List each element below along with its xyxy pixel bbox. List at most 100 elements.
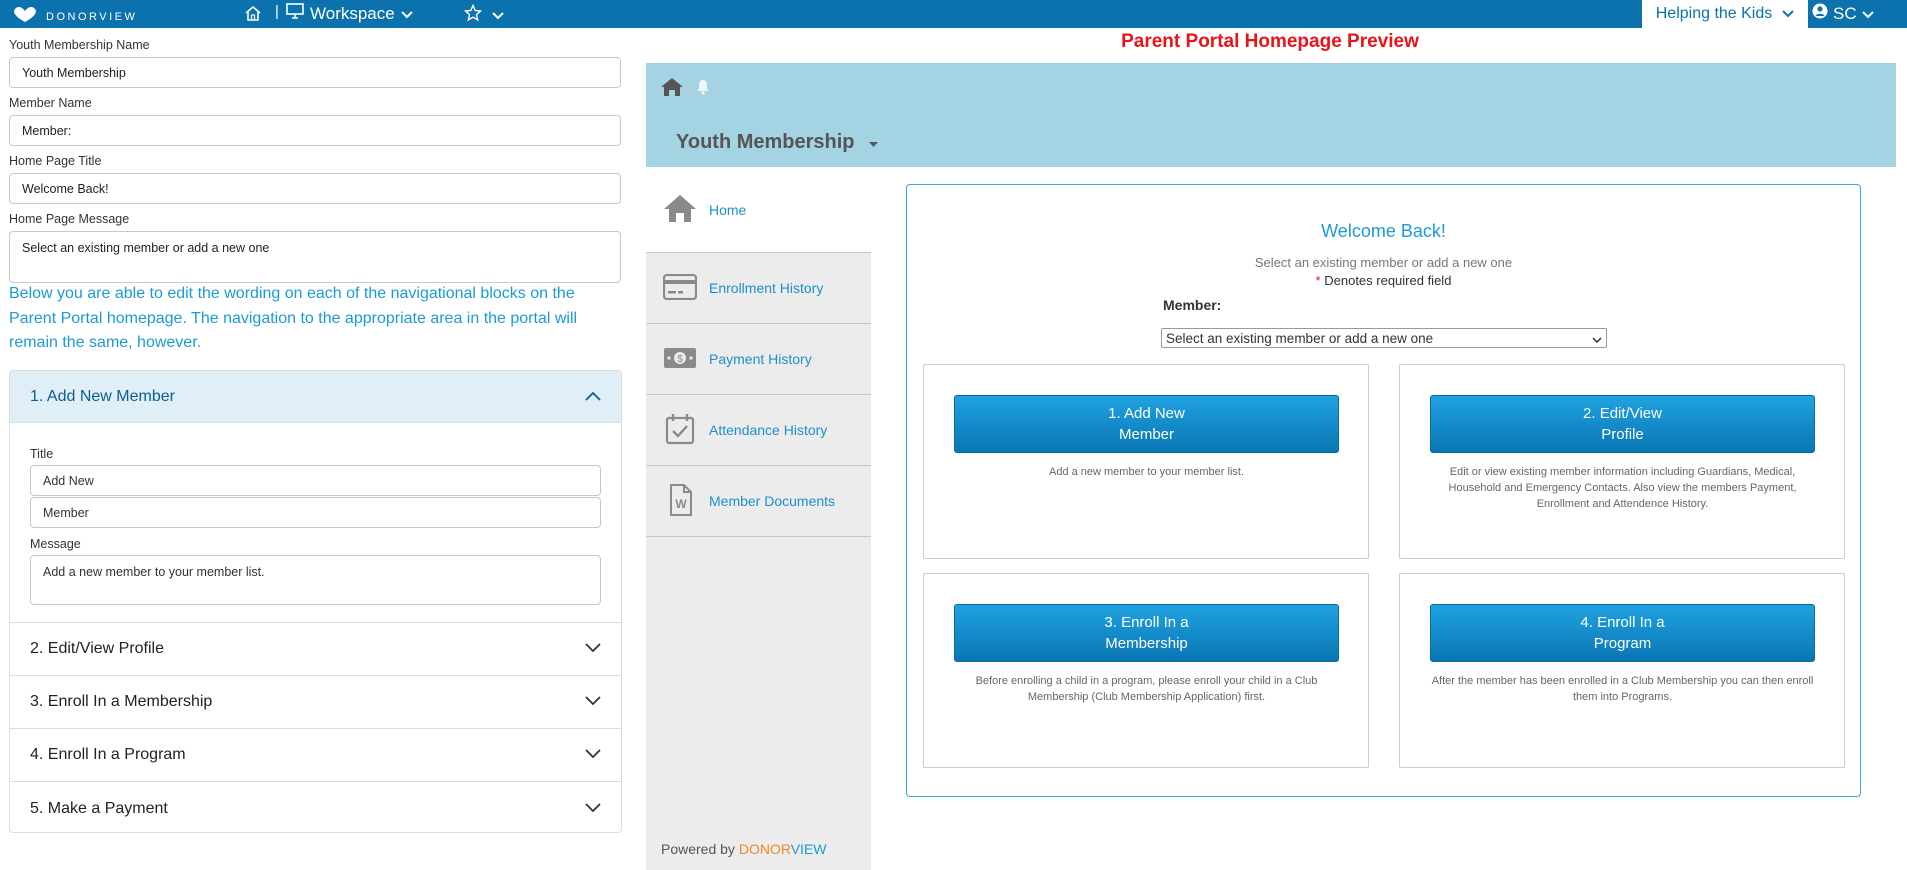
accordion-body-add-member: Title Add New Member Message Add a new m…	[10, 423, 621, 623]
workspace-label: Workspace	[310, 3, 395, 23]
svg-text:$: $	[677, 354, 683, 365]
powered-brand-view: VIEW	[790, 841, 827, 857]
money-icon: $	[663, 346, 697, 373]
membership-name-label: Youth Membership Name	[9, 38, 150, 52]
top-nav-bar: DONORVIEW | Workspace Helping the Kids S…	[0, 0, 1907, 28]
accordion-item-label: 4. Enroll In a Program	[30, 746, 186, 763]
home-icon	[663, 193, 697, 226]
logo[interactable]: DONORVIEW	[10, 4, 137, 29]
accordion-item-label: 3. Enroll In a Membership	[30, 693, 213, 710]
nav-label: Home	[709, 201, 747, 218]
add-new-member-button[interactable]: 1. Add New Member	[954, 395, 1339, 453]
accordion-item-label: 2. Edit/View Profile	[30, 640, 164, 657]
chevron-down-icon	[492, 7, 504, 25]
chevron-down-icon	[585, 640, 601, 658]
accordion: 1. Add New Member Title Add New Member M…	[9, 370, 622, 833]
edit-view-profile-button[interactable]: 2. Edit/View Profile	[1430, 395, 1815, 453]
accordion-item-enroll-program[interactable]: 4. Enroll In a Program	[10, 729, 621, 782]
user-circle-icon	[1812, 3, 1828, 24]
accordion-header-add-member[interactable]: 1. Add New Member	[10, 371, 621, 423]
chevron-down-icon	[585, 800, 601, 818]
message-label: Message	[30, 537, 81, 551]
chevron-down-icon	[585, 693, 601, 711]
preview-sidebar: Home Enrollment History $ Payment Histor…	[646, 167, 871, 870]
card-enroll-program: 4. Enroll In a Program After the member …	[1399, 573, 1845, 768]
nav-enrollment-history[interactable]: Enrollment History	[646, 253, 871, 324]
accordion-header-label: 1. Add New Member	[30, 387, 175, 405]
preview-header: Youth Membership	[646, 63, 1896, 167]
caret-down-icon	[868, 131, 878, 154]
powered-brand-donor: DONOR	[738, 841, 791, 857]
title-line2-input[interactable]: Member	[30, 497, 601, 528]
nav-member-documents[interactable]: W Member Documents	[646, 466, 871, 537]
calendar-check-icon	[663, 413, 697, 448]
enroll-program-button[interactable]: 4. Enroll In a Program	[1430, 604, 1815, 662]
card-description: Edit or view existing member information…	[1448, 466, 1797, 510]
home-icon[interactable]	[660, 77, 684, 102]
card-description: Add a new member to your member list.	[1048, 466, 1245, 478]
chevron-down-icon	[1592, 331, 1602, 346]
accordion-item-make-payment[interactable]: 5. Make a Payment	[10, 782, 621, 832]
user-menu[interactable]: SC	[1812, 3, 1874, 24]
credit-card-icon	[662, 273, 698, 303]
member-name-label: Member Name	[9, 96, 92, 110]
required-text: Denotes required field	[1324, 273, 1452, 288]
document-icon: W	[663, 483, 697, 519]
home-icon[interactable]	[244, 5, 262, 27]
user-initials: SC	[1833, 3, 1857, 23]
donorview-logo-icon	[10, 4, 40, 29]
monitor-icon	[286, 3, 304, 24]
preview-membership-dropdown[interactable]: Youth Membership	[676, 131, 878, 154]
required-star: *	[1315, 273, 1321, 288]
home-message-label: Home Page Message	[9, 212, 130, 226]
accordion-item-label: 5. Make a Payment	[30, 799, 168, 817]
nav-label: Member Documents	[709, 493, 836, 509]
nav-label: Attendance History	[709, 422, 828, 438]
accordion-item-edit-profile[interactable]: 2. Edit/View Profile	[10, 623, 621, 676]
powered-by: Powered by DONORVIEW	[661, 841, 826, 857]
favorites-menu[interactable]	[463, 3, 504, 27]
org-label: Helping the Kids	[1655, 5, 1773, 22]
divider: |	[275, 3, 279, 20]
instruction-note: Below you are able to edit the wording o…	[9, 285, 578, 351]
nav-payment-history[interactable]: $ Payment History	[646, 324, 871, 395]
chevron-down-icon	[1782, 5, 1794, 23]
svg-text:W: W	[675, 497, 687, 511]
nav-home[interactable]: Home	[646, 167, 871, 253]
enroll-membership-button[interactable]: 3. Enroll In a Membership	[954, 604, 1339, 662]
membership-name-input[interactable]: Youth Membership	[9, 57, 621, 88]
workspace-menu[interactable]: Workspace	[286, 3, 413, 24]
chevron-down-icon	[585, 746, 601, 764]
nav-attendance-history[interactable]: Attendance History	[646, 395, 871, 466]
card-description: After the member has been enrolled in a …	[1431, 675, 1814, 703]
bell-icon[interactable]	[696, 79, 710, 100]
chevron-down-icon	[1861, 4, 1874, 24]
welcome-title: Welcome Back!	[1321, 221, 1446, 241]
home-title-label: Home Page Title	[9, 154, 102, 168]
card-description: Before enrolling a child in a program, p…	[975, 675, 1318, 703]
logo-text: DONORVIEW	[46, 10, 138, 23]
title-line1-input[interactable]: Add New	[30, 465, 601, 496]
required-note: * Denotes required field	[907, 273, 1860, 288]
member-select[interactable]: Select an existing member or add a new o…	[1161, 328, 1607, 348]
nav-label: Enrollment History	[709, 280, 824, 296]
chevron-down-icon	[401, 4, 413, 24]
card-add-member: 1. Add New Member Add a new member to yo…	[923, 364, 1369, 559]
preview-main-panel: Welcome Back! Select an existing member …	[906, 184, 1861, 797]
home-message-textarea[interactable]: Select an existing member or add a new o…	[9, 231, 621, 283]
message-textarea[interactable]: Add a new member to your member list.	[30, 555, 601, 605]
preview-header-title: Youth Membership	[676, 131, 855, 153]
card-enroll-membership: 3. Enroll In a Membership Before enrolli…	[923, 573, 1369, 768]
powered-by-text: Powered by	[661, 841, 735, 857]
org-selector[interactable]: Helping the Kids	[1642, 0, 1808, 28]
welcome-message: Select an existing member or add a new o…	[1254, 255, 1513, 270]
member-select-value: Select an existing member or add a new o…	[1166, 330, 1434, 346]
star-icon	[463, 3, 483, 27]
nav-label: Payment History	[709, 351, 812, 367]
member-label: Member:	[1163, 297, 1222, 313]
accordion-item-enroll-membership[interactable]: 3. Enroll In a Membership	[10, 676, 621, 729]
preview-heading: Parent Portal Homepage Preview	[1121, 31, 1419, 52]
title-label: Title	[30, 447, 54, 461]
member-name-input[interactable]: Member:	[9, 115, 621, 146]
home-title-input[interactable]: Welcome Back!	[9, 173, 621, 204]
